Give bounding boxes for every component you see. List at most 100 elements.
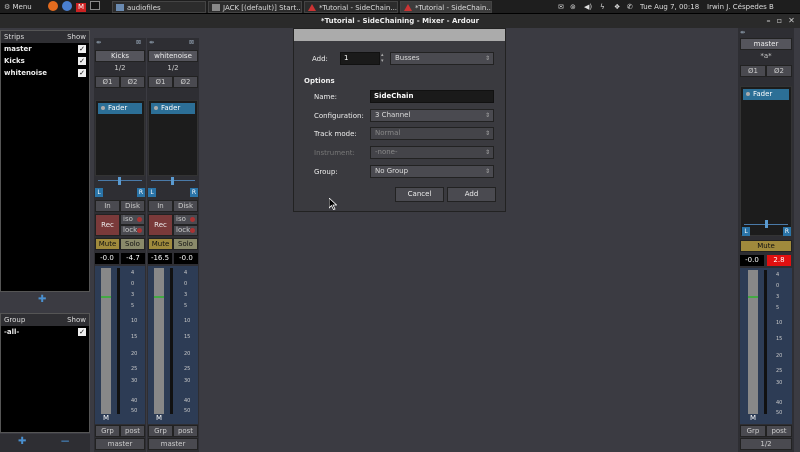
task-audiofiles[interactable]: audiofiles	[112, 1, 206, 13]
phase-2-button[interactable]: Ø2	[173, 76, 198, 88]
meter-point-button[interactable]: post	[173, 425, 198, 437]
configuration-combo[interactable]: 3 Channel ⇕	[370, 109, 494, 122]
fader-processor[interactable]: Fader	[743, 89, 789, 100]
fader-handle[interactable]	[154, 296, 164, 298]
clock[interactable]: Tue Aug 7, 00:18	[640, 1, 699, 13]
meter-point-label[interactable]: M	[750, 414, 756, 422]
meter-point-button[interactable]: post	[120, 425, 145, 437]
lock-button[interactable]: lock	[120, 225, 145, 236]
fader-processor[interactable]: Fader	[151, 103, 195, 114]
fader-handle[interactable]	[101, 296, 111, 298]
phase-2-button[interactable]: Ø2	[766, 65, 792, 77]
strips-list-item[interactable]: Kicks ✓	[1, 55, 89, 67]
task-jack[interactable]: JACK [(default)] Start...	[208, 1, 302, 13]
gain-fader[interactable]	[154, 268, 164, 414]
input-monitor-button[interactable]: In	[95, 200, 120, 212]
processor-box[interactable]: Fader	[95, 100, 145, 176]
panner-knob[interactable]	[765, 220, 768, 228]
strip-hide-icon[interactable]: ⊠	[189, 39, 194, 46]
strip-hide-icon[interactable]: ⊠	[136, 39, 141, 46]
lock-button[interactable]: lock	[173, 225, 198, 236]
disk-monitor-button[interactable]: Disk	[173, 200, 198, 212]
comments-button[interactable]: *a*	[740, 52, 792, 60]
panner-knob[interactable]	[171, 177, 174, 185]
count-spin-arrows[interactable]: ▴ ▾	[381, 52, 387, 65]
strip-width-icon[interactable]: ⇹	[96, 39, 101, 46]
input-monitor-button[interactable]: In	[148, 200, 173, 212]
group-button[interactable]: Grp	[148, 425, 173, 437]
chat-icon[interactable]: ✆	[627, 1, 633, 13]
remove-group-icon[interactable]: −	[60, 434, 70, 448]
strips-list-item[interactable]: master ✓	[1, 43, 89, 55]
cancel-button[interactable]: Cancel	[395, 187, 444, 202]
minimize-icon[interactable]: –	[764, 16, 773, 25]
mute-button[interactable]: Mute	[95, 238, 120, 250]
rec-button[interactable]: Rec	[148, 214, 173, 236]
processor-box[interactable]: Fader	[148, 100, 198, 176]
solo-button[interactable]: Solo	[173, 238, 198, 250]
track-mode-combo[interactable]: Normal ⇕	[370, 127, 494, 140]
input-button[interactable]: 1/2	[148, 64, 198, 72]
gain-fader[interactable]	[748, 270, 758, 414]
maximize-icon[interactable]: ▫	[775, 16, 784, 25]
solo-button[interactable]: Solo	[120, 238, 145, 250]
strip-width-icon[interactable]: ⇹	[149, 39, 154, 46]
group-button[interactable]: Grp	[740, 425, 766, 437]
name-field[interactable]: SideChain	[370, 90, 494, 103]
mute-button[interactable]: Mute	[148, 238, 173, 250]
type-combo[interactable]: Busses ⇕	[390, 52, 494, 65]
rec-button[interactable]: Rec	[95, 214, 120, 236]
output-button[interactable]: master	[95, 438, 145, 450]
firefox-launcher-icon[interactable]	[48, 1, 58, 13]
count-spinbox[interactable]: 1	[340, 52, 380, 65]
output-button[interactable]: 1/2	[740, 438, 792, 450]
fader-handle[interactable]	[748, 296, 758, 298]
power-icon[interactable]: ϟ	[600, 1, 605, 13]
disk-monitor-button[interactable]: Disk	[120, 200, 145, 212]
phase-1-button[interactable]: Ø1	[740, 65, 766, 77]
task-ardour-2[interactable]: *Tutorial - SideChain...	[400, 1, 492, 13]
gain-display[interactable]: -16.5	[148, 253, 172, 264]
meter-point-button[interactable]: post	[766, 425, 792, 437]
instrument-combo[interactable]: -none- ⇕	[370, 146, 494, 159]
browser-launcher-icon[interactable]	[62, 1, 72, 13]
phase-1-button[interactable]: Ø1	[95, 76, 120, 88]
input-button[interactable]: 1/2	[95, 64, 145, 72]
user-menu[interactable]: Irwin J. Céspedes B	[707, 1, 800, 13]
phase-1-button[interactable]: Ø1	[148, 76, 173, 88]
iso-button[interactable]: iso	[173, 214, 198, 225]
meter-point-label[interactable]: M	[103, 414, 109, 422]
iso-button[interactable]: iso	[120, 214, 145, 225]
meter-point-label[interactable]: M	[156, 414, 162, 422]
peak-display[interactable]: 2.8	[767, 255, 791, 266]
output-button[interactable]: master	[148, 438, 198, 450]
add-group-icon[interactable]: ✚	[18, 436, 26, 447]
gain-display[interactable]: -0.0	[740, 255, 764, 266]
gmail-launcher-icon[interactable]: M	[76, 1, 86, 13]
show-checkbox[interactable]: ✓	[78, 45, 86, 53]
add-button[interactable]: Add	[447, 187, 496, 202]
menu-button[interactable]: ⚙ Menu	[4, 1, 32, 13]
strip-name-button[interactable]: whitenoise	[148, 50, 198, 62]
show-checkbox[interactable]: ✓	[78, 69, 86, 77]
strip-name-button[interactable]: Kicks	[95, 50, 145, 62]
show-checkbox[interactable]: ✓	[78, 57, 86, 65]
panner-knob[interactable]	[118, 177, 121, 185]
group-button[interactable]: Grp	[95, 425, 120, 437]
strip-width-icon[interactable]: ⇹	[740, 29, 745, 36]
network-icon[interactable]: ⊚	[570, 1, 576, 13]
terminal-launcher-icon[interactable]	[90, 1, 100, 13]
close-icon[interactable]: ✕	[787, 16, 796, 25]
gain-fader[interactable]	[101, 268, 111, 414]
mute-button[interactable]: Mute	[740, 240, 792, 252]
volume-icon[interactable]: ◀)	[584, 1, 592, 13]
dropbox-icon[interactable]: ❖	[614, 1, 620, 13]
strip-name-button[interactable]: master	[740, 38, 792, 50]
phase-2-button[interactable]: Ø2	[120, 76, 145, 88]
strips-list-item[interactable]: whitenoise ✓	[1, 67, 89, 79]
task-ardour-1[interactable]: *Tutorial - SideChain...	[304, 1, 398, 13]
fader-processor[interactable]: Fader	[98, 103, 142, 114]
processor-box[interactable]: Fader	[740, 86, 792, 236]
group-list-item[interactable]: -all- ✓	[1, 326, 89, 338]
notification-icon[interactable]: ✉	[558, 1, 564, 13]
